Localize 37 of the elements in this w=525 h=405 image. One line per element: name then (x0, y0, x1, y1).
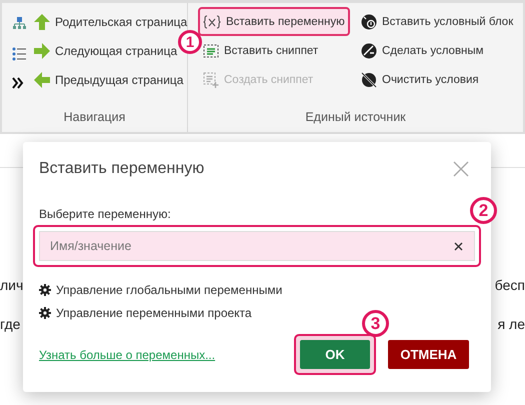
cancel-button[interactable]: ОТМЕНА (388, 340, 469, 369)
ribbon-button[interactable]: Вставить условный блок (356, 7, 518, 36)
ribbon-button[interactable]: Вставить переменную (198, 7, 350, 36)
clear-icon[interactable] (454, 242, 463, 251)
list-icon[interactable] (12, 47, 26, 61)
field-label: Выберите переменную: (39, 207, 172, 221)
ribbon-button[interactable]: Следующая страница (30, 36, 180, 65)
arrow-left-icon (34, 72, 50, 88)
arrow-up-icon (34, 14, 50, 30)
condition-block-icon (361, 14, 377, 30)
dialog-title: Вставить переменную (39, 160, 204, 178)
group-label: Единый источник (304, 110, 407, 126)
body-text: я ле (498, 316, 525, 332)
gear-icon (39, 307, 51, 319)
braces-icon (203, 14, 221, 28)
ribbon-button[interactable]: Предыдущая страница (30, 65, 186, 94)
settings-link[interactable]: Управление глобальными переменными (39, 283, 475, 297)
gear-icon (39, 284, 51, 296)
learn-more-link[interactable]: Узнать больше о переменных... (39, 348, 216, 362)
input-field[interactable]: Имя/значение (39, 231, 475, 261)
callout-number: 1 (178, 30, 202, 54)
body-text: бесп (494, 277, 525, 293)
group-label: Навигация (62, 110, 126, 126)
double-chevron-icon[interactable] (12, 77, 24, 89)
clear-condition-icon (361, 72, 377, 88)
snippet-icon (203, 44, 219, 58)
snippet-add-icon (203, 72, 219, 88)
ok-button[interactable]: OK (300, 340, 370, 369)
condition-icon (361, 42, 377, 58)
sitemap-icon[interactable] (12, 17, 26, 31)
arrow-right-icon (34, 42, 50, 58)
ribbon-button[interactable]: Сделать условным (356, 36, 489, 65)
ribbon-button[interactable]: Очистить условия (356, 65, 484, 94)
callout-number: 2 (470, 197, 497, 224)
callout-number: 3 (362, 310, 389, 337)
body-text: лич (0, 277, 24, 293)
body-text: где (0, 316, 20, 332)
